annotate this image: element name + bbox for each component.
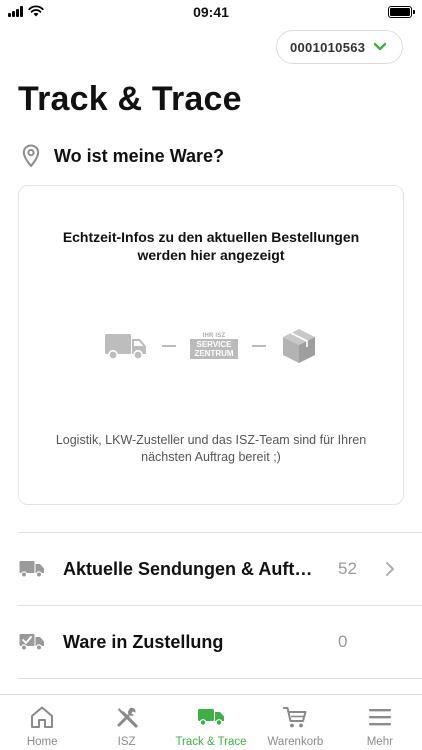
divider-dash	[162, 345, 176, 347]
status-time: 09:41	[193, 4, 229, 20]
chevron-down-icon	[374, 42, 387, 51]
home-icon	[29, 705, 55, 729]
info-card: Echtzeit-Infos zu den aktuellen Bestellu…	[18, 185, 404, 505]
list-item-label: Aktuelle Sendungen & Aufträge	[63, 558, 315, 579]
list-item-current-shipments[interactable]: Aktuelle Sendungen & Aufträge 52	[18, 532, 422, 605]
section-title: Wo ist meine Ware?	[54, 145, 225, 166]
tools-icon	[115, 705, 139, 729]
tab-track-and-trace[interactable]: Track & Trace	[169, 695, 253, 750]
section-header: Wo ist meine Ware?	[22, 144, 224, 168]
truck-check-icon	[19, 632, 45, 652]
truck-icon	[197, 705, 225, 729]
service-center-logo: IHR ISZ SERVICE ZENTRUM	[190, 329, 238, 363]
list-item-count: 52	[338, 559, 357, 578]
cart-icon	[282, 705, 308, 729]
info-card-footer: Logistik, LKW-Zusteller und das ISZ-Team…	[55, 433, 367, 464]
menu-icon	[367, 705, 393, 729]
status-bar: 09:41	[0, 0, 422, 24]
tab-home[interactable]: Home	[0, 695, 84, 750]
bottom-tab-bar: Home ISZ Track & Trace Warenkorb Mehr	[0, 694, 422, 750]
delivery-truck-icon	[105, 334, 146, 360]
tab-isz[interactable]: ISZ	[84, 695, 168, 750]
info-card-title: Echtzeit-Infos zu den aktuellen Bestellu…	[62, 229, 360, 263]
info-card-illustration: IHR ISZ SERVICE ZENTRUM	[19, 326, 403, 366]
chevron-right-icon	[386, 562, 394, 576]
customer-number-selector[interactable]: 0001010563	[276, 30, 403, 64]
package-box-icon	[283, 329, 315, 363]
tab-mehr[interactable]: Mehr	[338, 695, 422, 750]
location-pin-icon	[22, 144, 40, 168]
page-title: Track & Trace	[18, 80, 242, 118]
customer-number: 0001010563	[290, 39, 366, 55]
list-item-count: 0	[338, 632, 348, 651]
divider-dash	[252, 345, 266, 347]
list-item-label: Ware in Zustellung	[63, 631, 224, 652]
tab-warenkorb[interactable]: Warenkorb	[253, 695, 337, 750]
list-item-goods-in-delivery[interactable]: Ware in Zustellung 0	[18, 605, 422, 678]
battery-icon	[388, 6, 415, 18]
truck-icon	[19, 559, 45, 579]
